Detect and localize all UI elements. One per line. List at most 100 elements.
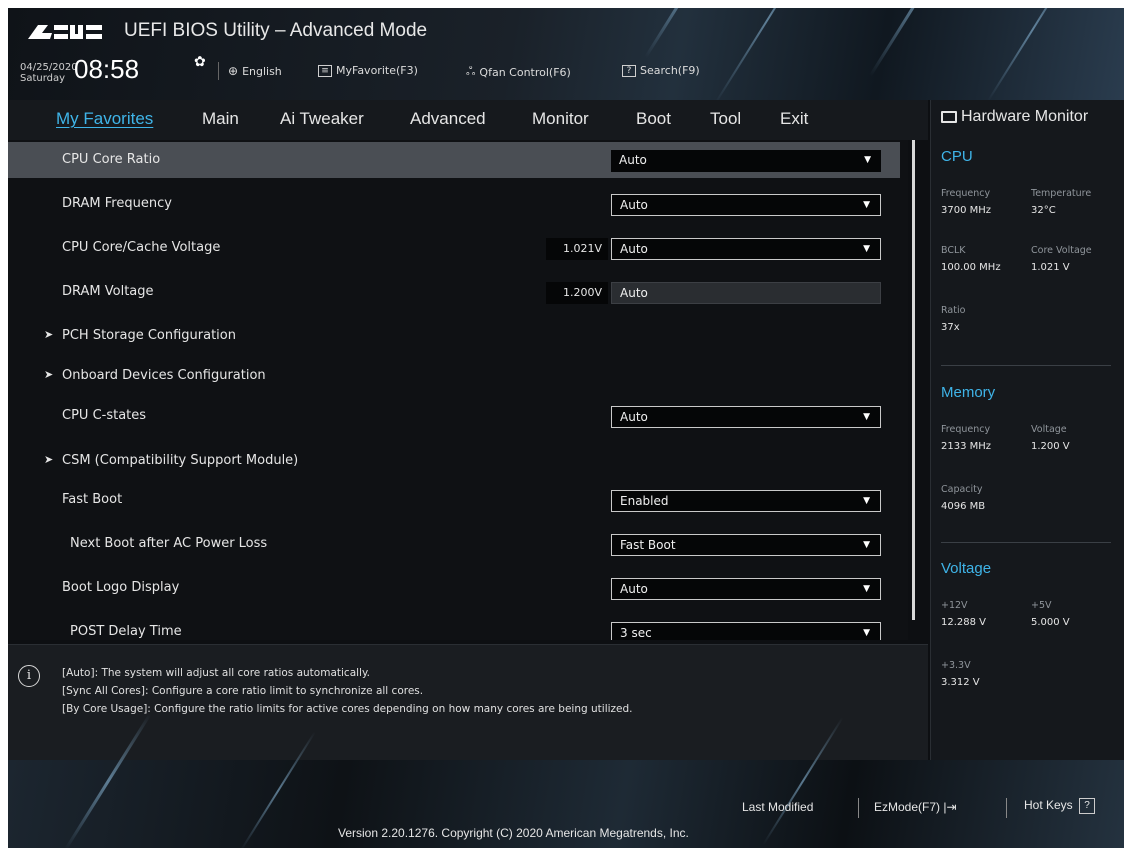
ratio-value: 37x bbox=[941, 322, 960, 333]
next-boot-ac-loss-select[interactable]: Fast Boot ▼ bbox=[611, 534, 881, 556]
setting-row-dram-voltage[interactable]: DRAM Voltage 1.200V Auto bbox=[8, 274, 900, 310]
setting-label: Fast Boot bbox=[62, 492, 123, 507]
boot-logo-display-select[interactable]: Auto ▼ bbox=[611, 578, 881, 600]
footer-bar: Last Modified EzMode(F7) |⇥ Hot Keys ? V… bbox=[8, 712, 1124, 848]
chevron-right-icon: ➤ bbox=[44, 328, 54, 341]
setting-row-next-boot-ac-loss[interactable]: Next Boot after AC Power Loss Fast Boot … bbox=[8, 526, 900, 562]
dram-frequency-select[interactable]: Auto ▼ bbox=[611, 194, 881, 216]
capacity-value: 4096 MB bbox=[941, 501, 986, 512]
help-key-icon: ? bbox=[1079, 798, 1096, 814]
chevron-right-icon: ➤ bbox=[44, 368, 54, 381]
v33-label: +3.3V bbox=[941, 660, 971, 671]
bios-window: UEFI BIOS Utility – Advanced Mode 04/25/… bbox=[8, 8, 1124, 848]
decor-streak bbox=[644, 8, 732, 59]
capacity-label: Capacity bbox=[941, 484, 983, 495]
settings-scrollbar[interactable] bbox=[912, 140, 915, 620]
version-text: Version 2.20.1276. Copyright (C) 2020 Am… bbox=[338, 826, 689, 840]
memory-voltage-label: Voltage bbox=[1031, 424, 1067, 435]
cpu-temperature-value: 32°C bbox=[1031, 205, 1056, 216]
monitor-icon bbox=[941, 111, 957, 123]
search-label: Search(F9) bbox=[640, 64, 700, 77]
setting-label: CPU C-states bbox=[62, 408, 147, 423]
help-panel: i [Auto]: The system will adjust all cor… bbox=[8, 644, 928, 760]
tab-boot[interactable]: Boot bbox=[636, 109, 671, 129]
gear-icon[interactable]: ✿ bbox=[194, 54, 206, 70]
tab-monitor[interactable]: Monitor bbox=[532, 109, 589, 129]
submenu-label: CSM (Compatibility Support Module) bbox=[62, 453, 299, 468]
globe-icon: ⊕ bbox=[228, 64, 239, 78]
dropdown-icon: ▼ bbox=[863, 540, 870, 550]
core-voltage-value: 1.021 V bbox=[1031, 262, 1070, 273]
submenu-pch-storage[interactable]: ➤ PCH Storage Configuration bbox=[8, 318, 900, 354]
decor-streak bbox=[869, 8, 967, 77]
cpu-frequency-value: 3700 MHz bbox=[941, 205, 992, 216]
last-modified-button[interactable]: Last Modified bbox=[742, 800, 813, 814]
tab-tool[interactable]: Tool bbox=[710, 109, 741, 129]
help-key-icon: ? bbox=[622, 64, 636, 77]
cpu-section-title: CPU bbox=[941, 148, 973, 165]
dropdown-icon: ▼ bbox=[863, 584, 870, 594]
divider bbox=[941, 365, 1111, 366]
dropdown-icon: ▼ bbox=[863, 244, 870, 254]
app-title: UEFI BIOS Utility – Advanced Mode bbox=[124, 20, 428, 41]
language-button[interactable]: ⊕ English bbox=[228, 64, 282, 78]
submenu-label: PCH Storage Configuration bbox=[62, 328, 236, 343]
ezmode-label: EzMode(F7) bbox=[874, 800, 941, 814]
dram-voltage-field[interactable]: Auto bbox=[611, 282, 881, 304]
select-value: Auto bbox=[619, 153, 647, 167]
setting-row-cpu-core-cache-voltage[interactable]: CPU Core/Cache Voltage 1.021V Auto ▼ bbox=[8, 230, 900, 266]
myfavorite-label: MyFavorite(F3) bbox=[336, 64, 418, 77]
setting-label: CPU Core Ratio bbox=[62, 152, 161, 167]
select-value: Auto bbox=[620, 582, 648, 596]
setting-row-boot-logo-display[interactable]: Boot Logo Display Auto ▼ bbox=[8, 570, 900, 606]
v12-value: 12.288 V bbox=[941, 617, 987, 628]
bclk-label: BCLK bbox=[941, 245, 966, 256]
select-value: 3 sec bbox=[620, 626, 652, 640]
hardware-monitor-label: Hardware Monitor bbox=[961, 108, 1089, 125]
setting-label: Boot Logo Display bbox=[62, 580, 180, 595]
tab-my-favorites[interactable]: My Favorites bbox=[56, 109, 153, 129]
v12-label: +12V bbox=[941, 600, 968, 611]
cpu-c-states-select[interactable]: Auto ▼ bbox=[611, 406, 881, 428]
select-value: Auto bbox=[620, 198, 648, 212]
list-icon: ≡ bbox=[318, 64, 332, 77]
clock-time[interactable]: 08:58 bbox=[74, 54, 139, 85]
post-delay-time-select[interactable]: 3 sec ▼ bbox=[611, 622, 881, 640]
tab-exit[interactable]: Exit bbox=[780, 109, 808, 129]
select-value: Auto bbox=[620, 242, 648, 256]
tab-advanced[interactable]: Advanced bbox=[410, 109, 486, 129]
tab-main[interactable]: Main bbox=[202, 109, 239, 129]
divider bbox=[218, 62, 219, 80]
search-button[interactable]: ? Search(F9) bbox=[622, 64, 700, 77]
cpu-core-cache-voltage-select[interactable]: Auto ▼ bbox=[611, 238, 881, 260]
submenu-csm[interactable]: ➤ CSM (Compatibility Support Module) bbox=[8, 443, 900, 479]
cpu-frequency-label: Frequency bbox=[941, 188, 991, 199]
myfavorite-button[interactable]: ≡ MyFavorite(F3) bbox=[318, 64, 418, 77]
voltage-reading: 1.200V bbox=[546, 282, 608, 304]
setting-label: Next Boot after AC Power Loss bbox=[70, 536, 268, 551]
memory-section-title: Memory bbox=[941, 384, 996, 401]
memory-frequency-label: Frequency bbox=[941, 424, 991, 435]
chevron-right-icon: ➤ bbox=[44, 453, 54, 466]
setting-label: POST Delay Time bbox=[70, 624, 182, 639]
ezmode-button[interactable]: EzMode(F7) |⇥ bbox=[874, 800, 957, 814]
setting-row-post-delay-time[interactable]: POST Delay Time 3 sec ▼ bbox=[8, 614, 900, 640]
setting-row-cpu-core-ratio[interactable]: CPU Core Ratio Auto ▼ bbox=[8, 142, 900, 178]
setting-row-fast-boot[interactable]: Fast Boot Enabled ▼ bbox=[8, 482, 900, 518]
v5-value: 5.000 V bbox=[1031, 617, 1070, 628]
cpu-core-ratio-select[interactable]: Auto ▼ bbox=[611, 150, 881, 172]
setting-row-cpu-c-states[interactable]: CPU C-states Auto ▼ bbox=[8, 398, 900, 434]
setting-row-dram-frequency[interactable]: DRAM Frequency Auto ▼ bbox=[8, 186, 900, 222]
hotkeys-label: Hot Keys bbox=[1024, 798, 1073, 813]
cpu-temperature-label: Temperature bbox=[1031, 188, 1092, 199]
submenu-onboard-devices[interactable]: ➤ Onboard Devices Configuration bbox=[8, 358, 900, 394]
date-display: 04/25/2020 Saturday bbox=[20, 62, 78, 84]
qfan-control-button[interactable]: ஃ Qfan Control(F6) bbox=[466, 64, 571, 80]
hotkeys-button[interactable]: Hot Keys ? bbox=[1024, 798, 1096, 814]
fast-boot-select[interactable]: Enabled ▼ bbox=[611, 490, 881, 512]
decor-streak bbox=[987, 8, 1079, 102]
header-bar: UEFI BIOS Utility – Advanced Mode 04/25/… bbox=[8, 8, 1124, 105]
divider bbox=[941, 542, 1111, 543]
tab-ai-tweaker[interactable]: Ai Tweaker bbox=[280, 109, 364, 129]
ratio-label: Ratio bbox=[941, 305, 966, 316]
